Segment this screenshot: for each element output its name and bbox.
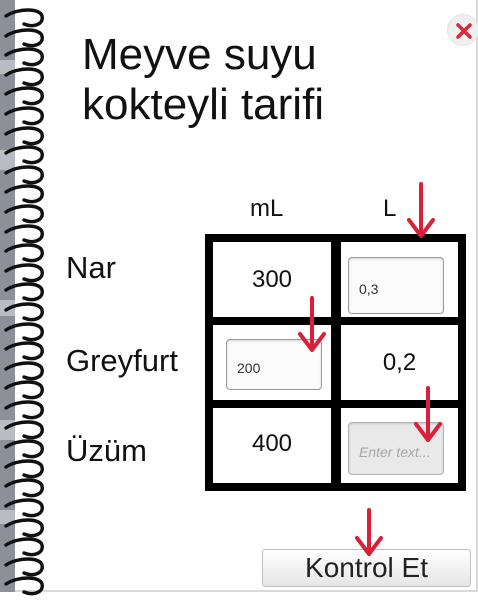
input-uzum-l[interactable] (348, 422, 444, 475)
cell-nar-ml: 300 (213, 242, 331, 317)
row-label-greyfurt: Greyfurt (66, 343, 178, 378)
cell-greyfurt-ml (213, 325, 331, 400)
row-label-uzum: Üzüm (66, 433, 147, 468)
value-greyfurt-l: 0,2 (382, 348, 417, 376)
column-header-ml: mL (250, 195, 284, 222)
check-button[interactable]: Kontrol Et (262, 549, 471, 587)
page-title: Meyve suyu kokteyli tarifi (82, 30, 325, 129)
column-header-l: L (383, 195, 397, 222)
cell-uzum-l (341, 408, 458, 483)
spiral-ring-icon (4, 576, 44, 596)
input-greyfurt-ml[interactable] (226, 339, 322, 390)
conversion-table: 300 0,2 400 (205, 234, 466, 491)
cell-nar-l (341, 242, 458, 317)
cell-greyfurt-l: 0,2 (341, 325, 458, 400)
value-nar-ml: 300 (251, 265, 293, 293)
row-label-nar: Nar (66, 250, 116, 285)
value-uzum-ml: 400 (251, 430, 293, 457)
cell-uzum-ml: 400 (213, 408, 331, 483)
input-nar-l[interactable] (348, 257, 444, 314)
